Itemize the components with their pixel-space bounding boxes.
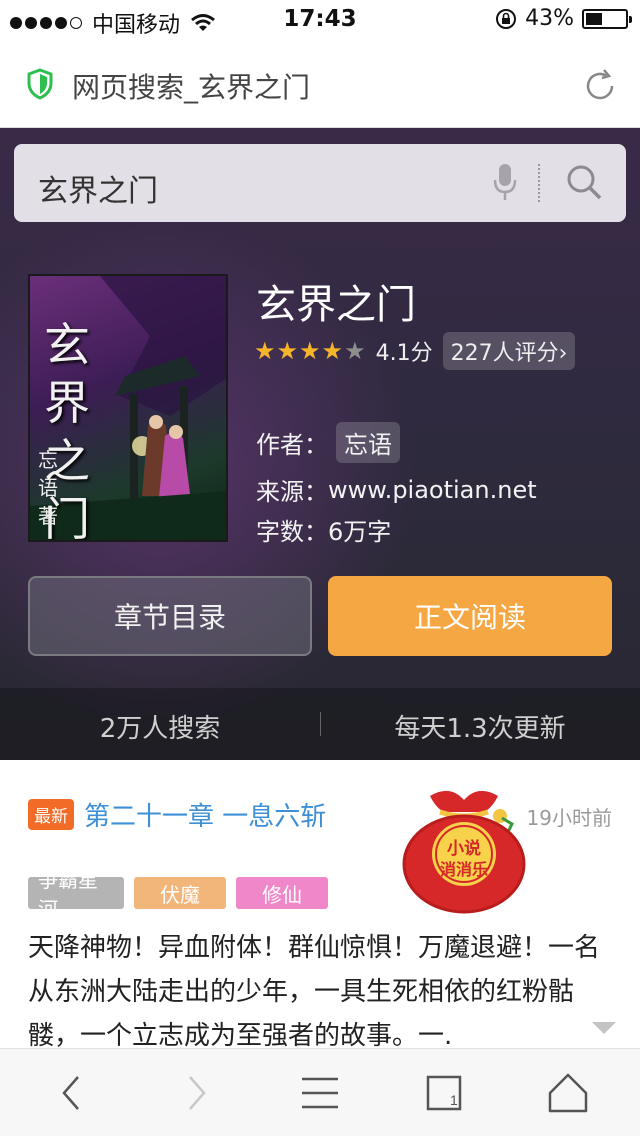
battery-icon [582,8,632,29]
book-hero: 玄界之门 玄界之门 忘语著 玄界之门 ★ ★ ★ ★ ★ 4.1分 227人评分… [0,128,640,760]
book-cover[interactable]: 玄界之门 忘语著 [28,274,228,542]
rating-row: ★ ★ ★ ★ ★ 4.1分 227人评分› [254,332,576,370]
star-icon: ★ [299,337,321,365]
author-label: 作者： [256,431,328,459]
read-button[interactable]: 正文阅读 [328,576,612,656]
latest-chapter-link[interactable]: 第二十一章 一息六斩 [84,796,326,833]
reviews-count: 227人评分 [450,341,559,366]
cover-author: 忘语著 [38,448,58,528]
promo-text-2: 消消乐 [439,860,488,879]
search-query: 玄界之门 [38,174,158,209]
tag[interactable]: 修仙 [236,877,328,909]
update-time: 19小时前 [526,806,612,830]
battery-fill [586,12,603,25]
star-icon: ★ [321,337,344,365]
back-icon[interactable] [48,1069,96,1117]
address-bar[interactable]: 网页搜索_玄界之门 [0,40,640,128]
search-divider [538,164,540,202]
status-right: 43% [495,6,632,31]
orientation-lock-icon [496,8,517,29]
forward-icon[interactable] [172,1069,220,1117]
update-frequency: 每天1.3次更新 [394,714,566,744]
reviews-link[interactable]: 227人评分› [442,332,576,370]
book-description: 天降神物！异血附体！群仙惊惧！万魔退避！一名从东洲大陆走出的少年，一具生死相依的… [28,933,601,1051]
tag[interactable]: 伏魔 [134,877,226,909]
expand-arrow-icon[interactable] [592,1022,616,1034]
home-icon[interactable] [544,1069,592,1117]
words-label: 字数： [256,518,328,546]
table-of-contents-button[interactable]: 章节目录 [28,576,312,656]
menu-icon[interactable] [296,1069,344,1117]
star-icon: ★ [276,337,299,365]
source-row: 来源： www.piaotian.net [256,472,537,507]
words-row: 字数： 6万字 [256,512,391,547]
tabs-icon[interactable]: 1 [420,1069,468,1117]
words-value: 6万字 [328,518,392,546]
search-icon[interactable] [564,162,604,202]
page-title: 网页搜索_玄界之门 [72,71,311,104]
rating-score: 4.1分 [375,341,433,366]
rating-stars: ★ ★ ★ ★ ★ [254,339,366,363]
stats-bar: 2万人搜索 每天1.3次更新 [0,688,640,760]
tag[interactable]: 争霸星河 [28,868,124,921]
shield-icon [27,68,53,100]
search-input[interactable]: 玄界之门 [14,144,626,222]
svg-text:1: 1 [450,1092,458,1108]
genre-tags: 争霸星河 伏魔 修仙 [28,868,328,921]
new-badge: 最新 [28,799,74,830]
search-count: 2万人搜索 [99,714,221,744]
latest-chapter-row[interactable]: 最新 第二十一章 一息六斩 [28,796,326,833]
microphone-icon[interactable] [492,162,518,202]
promo-bag[interactable]: 小说 消消乐 [400,774,528,914]
battery-percent: 43% [525,6,574,31]
source-value: www.piaotian.net [328,475,537,504]
star-icon: ★ [254,337,276,365]
refresh-icon[interactable] [580,66,620,106]
author-row: 作者： 忘语 [256,422,400,463]
chevron-right-icon: › [558,341,568,366]
book-title: 玄界之门 [256,282,416,328]
status-bar: 中国移动 17:43 43% [0,0,640,40]
star-icon: ★ [344,337,366,365]
source-label: 来源： [256,478,328,506]
bottom-toolbar: 1 [0,1048,640,1136]
author-link[interactable]: 忘语 [336,422,400,463]
